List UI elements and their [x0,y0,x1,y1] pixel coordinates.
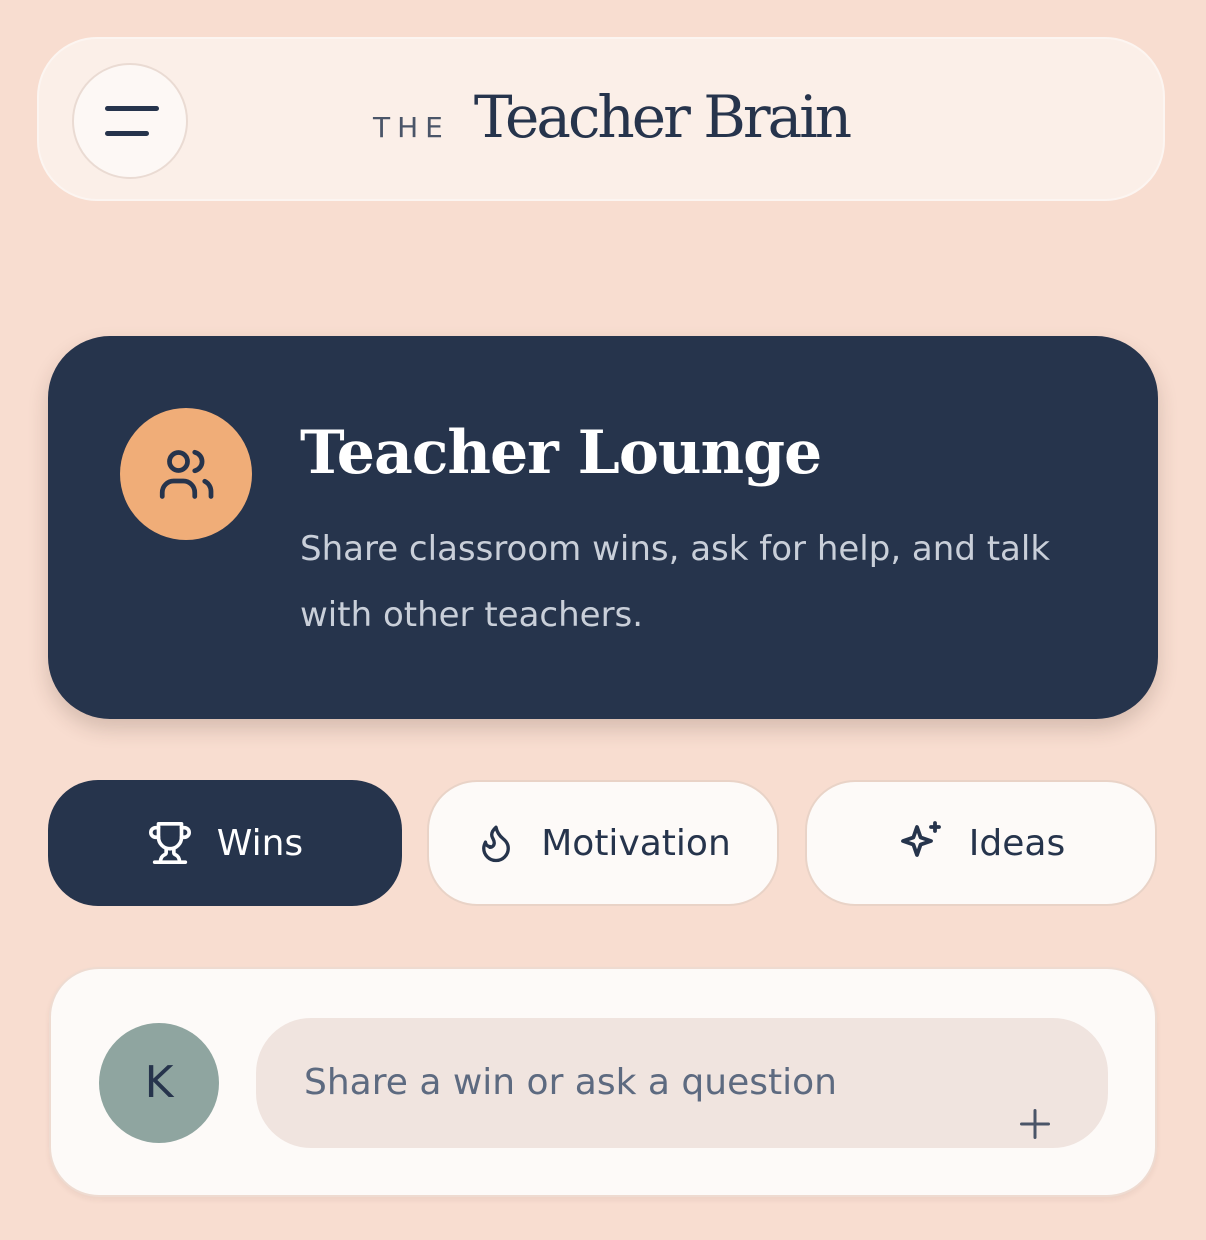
trophy-icon [147,820,193,866]
page-description: Share classroom wins, ask for help, and … [300,529,1051,635]
filter-ideas-button[interactable]: Ideas [805,780,1157,906]
compose-placeholder: Share a win or ask a question [304,1062,837,1103]
users-icon [120,408,252,540]
compose-input[interactable]: Share a win or ask a question [256,1018,1108,1148]
filter-ideas-label: Ideas [968,822,1066,864]
logo-prefix: THE [373,111,450,144]
hamburger-menu-icon [105,106,159,111]
sparkles-icon [897,819,945,867]
app-header: THE Teacher Brain [37,37,1165,201]
teacher-lounge-banner: Teacher Lounge Share classroom wins, ask… [48,336,1158,719]
avatar[interactable]: K [99,1023,219,1143]
page-title: Teacher Lounge [300,418,822,488]
filter-wins-label: Wins [216,822,304,864]
logo-name: Teacher Brain [473,83,852,151]
app-logo[interactable]: THE Teacher Brain [373,83,852,163]
menu-button[interactable] [72,63,188,179]
filter-wins-button[interactable]: Wins [48,780,402,906]
plus-icon[interactable] [1017,1066,1053,1196]
hamburger-menu-icon-bar [105,131,149,136]
flame-icon [475,822,517,864]
post-composer: K Share a win or ask a question [49,967,1157,1197]
filter-motivation-button[interactable]: Motivation [427,780,779,906]
filter-motivation-label: Motivation [541,822,731,864]
